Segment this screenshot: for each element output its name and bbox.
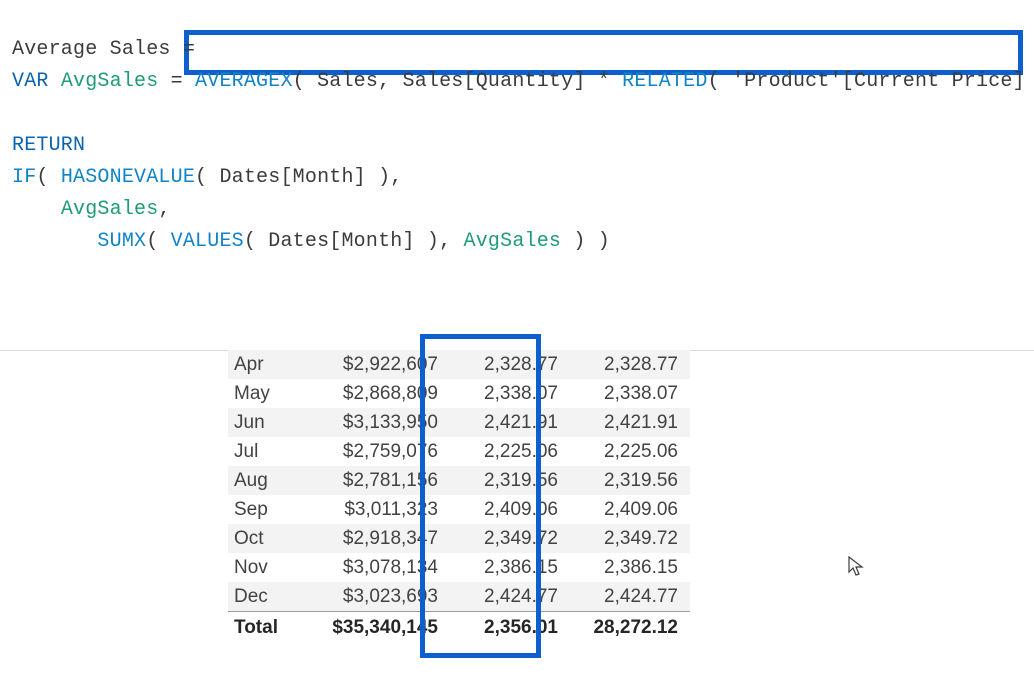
cell-total-of-avg: 2,421.91 <box>570 408 690 437</box>
cell-month: Jun <box>228 408 308 437</box>
table-row[interactable]: Sep$3,011,3232,409.062,409.06 <box>228 495 690 524</box>
var-equals: = <box>171 70 183 93</box>
fn-sumx: SUMX <box>97 230 146 253</box>
cell-sales: $2,781,156 <box>308 466 450 495</box>
keyword-var: VAR <box>12 70 49 93</box>
cell-sales: $3,078,134 <box>308 553 450 582</box>
table-row[interactable]: Apr$2,922,6072,328.772,328.77 <box>228 350 690 379</box>
col-sales-quantity: Sales[Quantity] <box>403 70 586 93</box>
cell-month: May <box>228 379 308 408</box>
cell-sales: $2,918,347 <box>308 524 450 553</box>
cell-total-sales: $35,340,145 <box>308 612 450 643</box>
cell-avg-sales: 2,319.56 <box>450 466 570 495</box>
cell-month: Jul <box>228 437 308 466</box>
cell-month: Nov <box>228 553 308 582</box>
cell-avg-sales: 2,338.07 <box>450 379 570 408</box>
table-row[interactable]: Jul$2,759,0762,225.062,225.06 <box>228 437 690 466</box>
table-row[interactable]: Dec$3,023,6932,424.772,424.77 <box>228 582 690 612</box>
cell-sales: $2,868,809 <box>308 379 450 408</box>
equals-glyph: = <box>183 38 195 61</box>
cell-month: Oct <box>228 524 308 553</box>
tbl-sales: Sales <box>317 70 378 93</box>
cell-month: Sep <box>228 495 308 524</box>
measure-name: Average Sales <box>12 38 171 61</box>
cell-total-of-avg: 2,349.72 <box>570 524 690 553</box>
ref-avg-sales-2: AvgSales <box>464 230 562 253</box>
cell-total-total-of-avg: 28,272.12 <box>570 612 690 643</box>
table-total-row: Total$35,340,1452,356.0128,272.12 <box>228 612 690 643</box>
cell-month: Dec <box>228 582 308 612</box>
table-row[interactable]: Oct$2,918,3472,349.722,349.72 <box>228 524 690 553</box>
col-product-current-price: 'Product'[Current Price] <box>732 70 1025 93</box>
cell-month: Aug <box>228 466 308 495</box>
cell-month: Apr <box>228 350 308 379</box>
keyword-return: RETURN <box>12 134 85 157</box>
table-row[interactable]: May$2,868,8092,338.072,338.07 <box>228 379 690 408</box>
fn-hasonevalue: HASONEVALUE <box>61 166 195 189</box>
cell-total-of-avg: 2,319.56 <box>570 466 690 495</box>
fn-related: RELATED <box>622 70 707 93</box>
cell-total-of-avg: 2,424.77 <box>570 582 690 612</box>
cell-sales: $3,023,693 <box>308 582 450 612</box>
ref-avg-sales-1: AvgSales <box>61 198 159 221</box>
table-row[interactable]: Aug$2,781,1562,319.562,319.56 <box>228 466 690 495</box>
cell-avg-sales: 2,386.15 <box>450 553 570 582</box>
cell-total-of-avg: 2,409.06 <box>570 495 690 524</box>
mouse-cursor-icon <box>848 556 864 578</box>
fn-averagex: AVERAGEX <box>195 70 293 93</box>
cell-total-of-avg: 2,338.07 <box>570 379 690 408</box>
cell-sales: $3,011,323 <box>308 495 450 524</box>
cell-sales: $3,133,950 <box>308 408 450 437</box>
cell-total-avg-sales: 2,356.01 <box>450 612 570 643</box>
cell-avg-sales: 2,424.77 <box>450 582 570 612</box>
col-dates-month-1: Dates[Month] <box>219 166 365 189</box>
cell-avg-sales: 2,225.06 <box>450 437 570 466</box>
cell-sales: $2,922,607 <box>308 350 450 379</box>
cell-total-of-avg: 2,225.06 <box>570 437 690 466</box>
cell-avg-sales: 2,421.91 <box>450 408 570 437</box>
op-multiply: * <box>598 70 610 93</box>
var-name-avg-sales: AvgSales <box>61 70 159 93</box>
cell-avg-sales: 2,349.72 <box>450 524 570 553</box>
cell-avg-sales: 2,328.77 <box>450 350 570 379</box>
fn-values: VALUES <box>171 230 244 253</box>
fn-if: IF <box>12 166 36 189</box>
cell-total-of-avg: 2,386.15 <box>570 553 690 582</box>
table-row[interactable]: Nov$3,078,1342,386.152,386.15 <box>228 553 690 582</box>
equals-sign <box>171 38 183 61</box>
cell-avg-sales: 2,409.06 <box>450 495 570 524</box>
sales-table: Apr$2,922,6072,328.772,328.77May$2,868,8… <box>228 350 690 642</box>
table-row[interactable]: Jun$3,133,9502,421.912,421.91 <box>228 408 690 437</box>
dax-formula-editor[interactable]: Average Sales = VAR AvgSales = AVERAGEX(… <box>0 0 1034 298</box>
cell-total-of-avg: 2,328.77 <box>570 350 690 379</box>
cell-sales: $2,759,076 <box>308 437 450 466</box>
cell-total-label: Total <box>228 612 308 643</box>
col-dates-month-2: Dates[Month] <box>268 230 414 253</box>
